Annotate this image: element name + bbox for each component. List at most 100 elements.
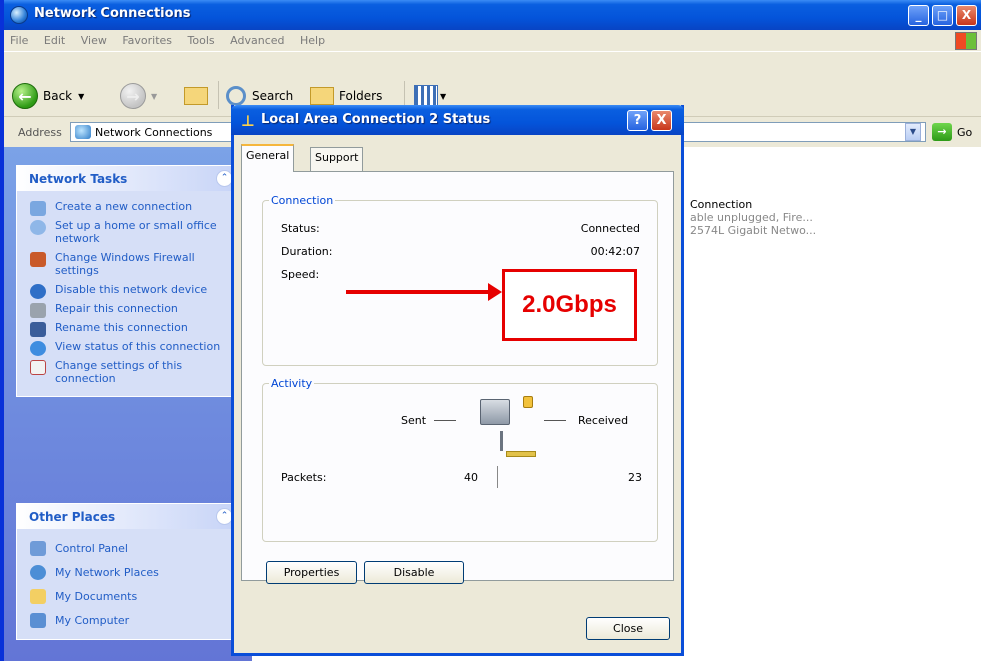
documents-icon: [30, 589, 46, 604]
task-repair-connection[interactable]: Repair this connection: [17, 299, 239, 318]
maximize-button[interactable]: □: [932, 5, 953, 26]
network-cable: [500, 431, 503, 451]
task-pane: Network Tasks ⌃ Create a new connection …: [4, 147, 252, 661]
packets-received-value: 23: [628, 471, 642, 484]
received-line: [544, 420, 566, 421]
place-label: My Computer: [55, 614, 130, 627]
place-label: Control Panel: [55, 542, 128, 555]
task-label: Change settings of this connection: [55, 359, 183, 385]
connection-legend: Connection: [271, 194, 334, 207]
views-icon: [414, 85, 438, 107]
tab-support[interactable]: Support: [310, 147, 364, 171]
task-rename-connection[interactable]: Rename this connection: [17, 318, 239, 337]
window-title: Network Connections: [34, 6, 191, 21]
task-disable-device[interactable]: Disable this network device: [17, 280, 239, 299]
packets-label: Packets:: [281, 471, 327, 484]
control-panel-icon: [30, 541, 46, 556]
network-activity-icon: [480, 399, 510, 425]
toolbar-separator: [218, 81, 219, 109]
annotation-arrow-head: [488, 283, 502, 301]
home-network-icon: [30, 220, 46, 235]
folders-label: Folders: [339, 89, 383, 103]
properties-button[interactable]: Properties: [266, 561, 357, 584]
forward-dropdown-icon[interactable]: ▼: [151, 92, 157, 101]
menu-view[interactable]: View: [75, 30, 113, 47]
back-label: Back: [43, 89, 73, 103]
address-dropdown-icon[interactable]: ▼: [905, 123, 921, 141]
packets-sent-value: 40: [464, 471, 478, 484]
packets-divider: [497, 466, 498, 488]
rename-icon: [30, 322, 46, 337]
back-dropdown-icon[interactable]: ▼: [78, 92, 84, 101]
network-status-icon: ⊥: [241, 112, 255, 130]
task-create-connection[interactable]: Create a new connection: [17, 197, 239, 216]
up-folder-icon: [184, 87, 208, 105]
search-icon: [226, 86, 246, 106]
task-label: Repair this connection: [55, 302, 178, 315]
task-label: Rename this connection: [55, 321, 188, 334]
minimize-button[interactable]: _: [908, 5, 929, 26]
annotation-arrow: [346, 290, 492, 294]
forward-arrow-icon: →: [120, 83, 146, 109]
speed-label: Speed:: [281, 268, 320, 281]
menu-file[interactable]: File: [4, 30, 34, 47]
network-tasks-panel: Network Tasks ⌃ Create a new connection …: [16, 165, 240, 397]
address-value: Network Connections: [95, 126, 213, 139]
settings-icon: [30, 360, 46, 375]
connection-status-text: able unplugged, Fire...: [690, 211, 813, 224]
dialog-close-button[interactable]: X: [651, 110, 672, 131]
other-places-title: Other Places: [29, 510, 116, 524]
place-label: My Network Places: [55, 566, 159, 579]
disable-button[interactable]: Disable: [364, 561, 464, 584]
up-folder-button[interactable]: [184, 79, 213, 113]
network-hub: [506, 451, 536, 457]
other-places-panel: Other Places ⌃ Control Panel My Network …: [16, 503, 240, 640]
place-my-documents[interactable]: My Documents: [17, 585, 239, 609]
back-button[interactable]: ← Back ▼: [12, 79, 84, 113]
lock-icon: [523, 396, 533, 408]
search-label: Search: [252, 89, 294, 103]
go-button[interactable]: Go: [957, 126, 972, 139]
task-label: Change Windows Firewall settings: [55, 251, 195, 277]
place-my-network-places[interactable]: My Network Places: [17, 561, 239, 585]
place-label: My Documents: [55, 590, 138, 603]
task-change-settings[interactable]: Change settings of this connection: [17, 356, 239, 388]
tab-general[interactable]: General: [241, 144, 295, 172]
computer-icon: [30, 613, 46, 628]
title-bar[interactable]: Network Connections _ □ X: [4, 0, 981, 30]
received-label: Received: [578, 414, 629, 427]
windows-flag-icon: [955, 32, 977, 50]
close-window-button[interactable]: X: [956, 5, 977, 26]
status-label: Status:: [281, 222, 320, 235]
task-firewall-settings[interactable]: Change Windows Firewall settings: [17, 248, 239, 280]
activity-legend: Activity: [271, 377, 313, 390]
other-places-header[interactable]: Other Places ⌃: [17, 504, 239, 529]
menu-favorites[interactable]: Favorites: [116, 30, 178, 47]
task-view-status[interactable]: View status of this connection: [17, 337, 239, 356]
status-icon: [30, 341, 46, 356]
menu-tools[interactable]: Tools: [182, 30, 221, 47]
menu-edit[interactable]: Edit: [38, 30, 71, 47]
forward-button[interactable]: → ▼: [120, 79, 157, 113]
go-arrow-icon[interactable]: →: [932, 123, 952, 141]
network-tasks-header[interactable]: Network Tasks ⌃: [17, 166, 239, 191]
status-dialog: ⊥ Local Area Connection 2 Status ? X Gen…: [231, 105, 684, 656]
menu-advanced[interactable]: Advanced: [224, 30, 290, 47]
status-value: Connected: [580, 222, 640, 235]
task-label: Disable this network device: [55, 283, 208, 296]
activity-group: Activity: [262, 377, 658, 542]
help-button[interactable]: ?: [627, 110, 648, 131]
menu-help[interactable]: Help: [294, 30, 331, 47]
repair-icon: [30, 303, 46, 318]
dialog-title-bar[interactable]: ⊥ Local Area Connection 2 Status ? X: [231, 105, 684, 135]
new-connection-icon: [30, 201, 46, 216]
connection-name[interactable]: Connection: [690, 198, 752, 211]
close-button[interactable]: Close: [586, 617, 670, 640]
task-home-network[interactable]: Set up a home or small office network: [17, 216, 239, 248]
folders-icon: [310, 87, 334, 105]
network-places-icon: [30, 565, 46, 580]
dialog-title: Local Area Connection 2 Status: [261, 112, 491, 127]
place-control-panel[interactable]: Control Panel: [17, 537, 239, 561]
menu-bar: File Edit View Favorites Tools Advanced …: [4, 30, 981, 52]
place-my-computer[interactable]: My Computer: [17, 609, 239, 633]
